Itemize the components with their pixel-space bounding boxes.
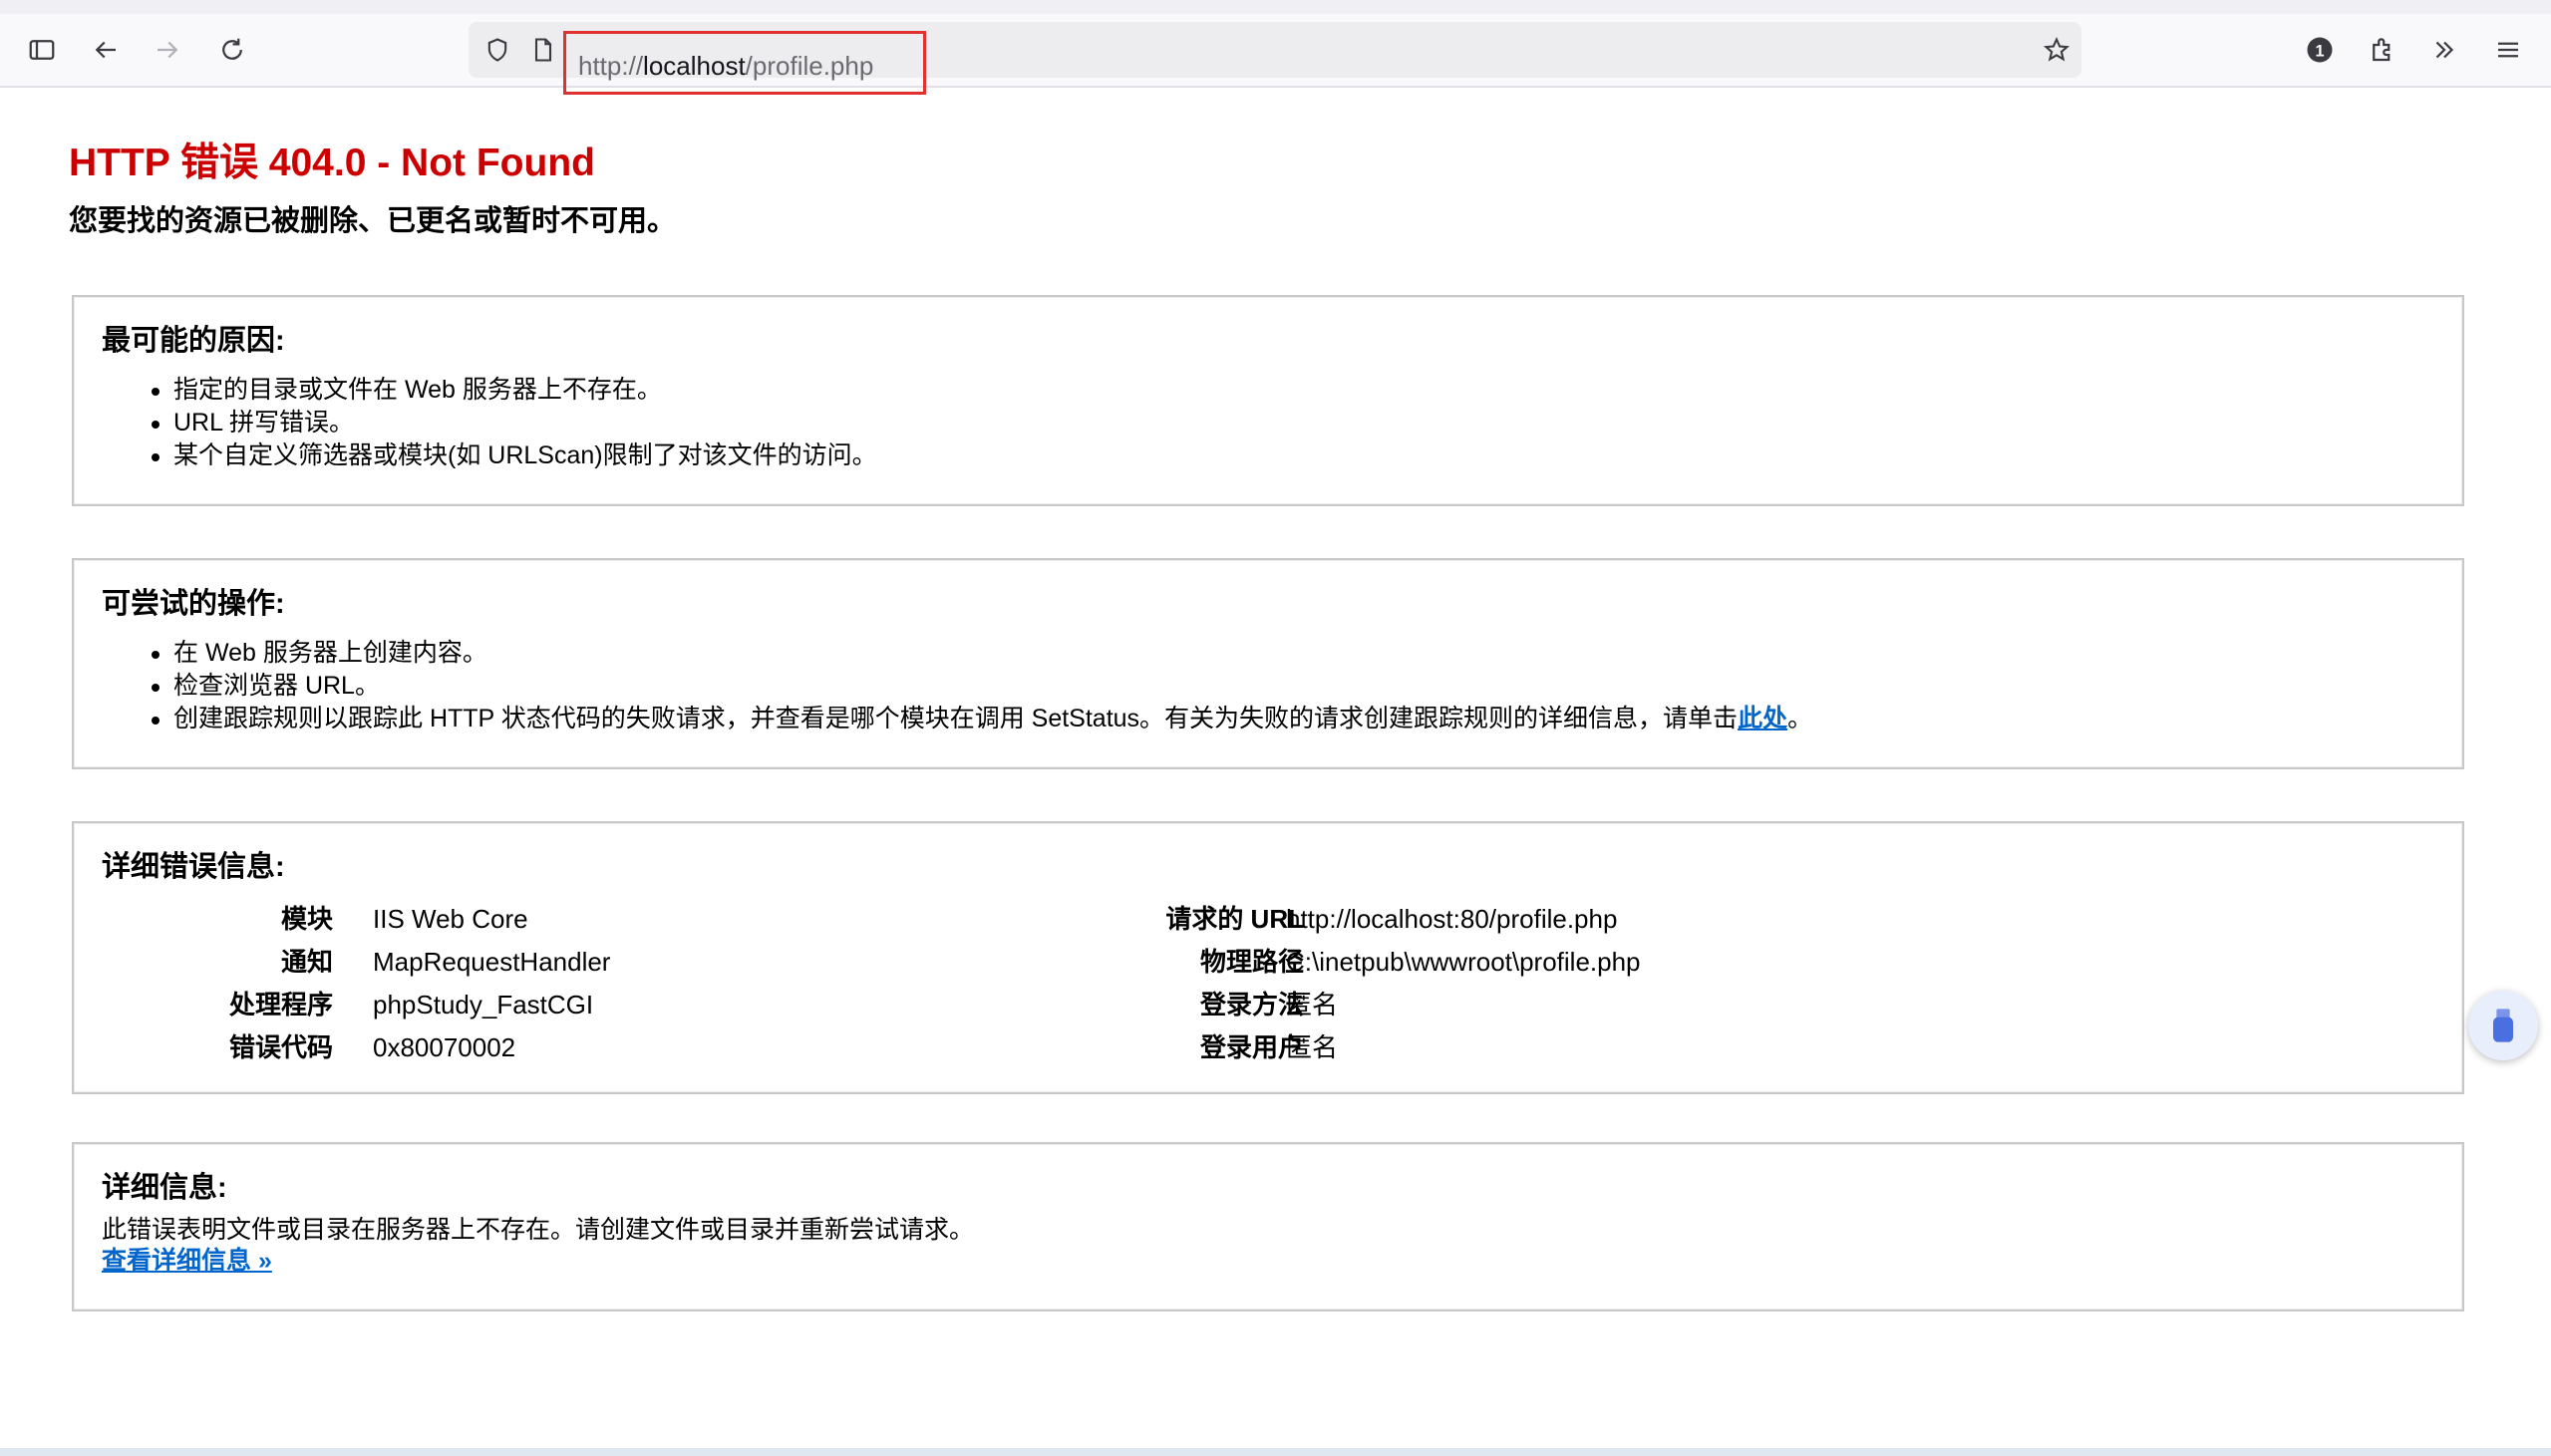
list-item: 指定的目录或文件在 Web 服务器上不存在。	[152, 374, 877, 407]
detail-label: 登录方法	[1199, 990, 1304, 1019]
detail-value: C:\inetpub\wwwroot\profile.php	[1286, 947, 1641, 977]
status-strip	[0, 1448, 2551, 1456]
floating-assistant-button[interactable]	[2468, 991, 2538, 1060]
detail-value: IIS Web Core	[373, 904, 528, 934]
list-item: 在 Web 服务器上创建内容。	[151, 637, 1812, 670]
usb-stick-icon	[2493, 1009, 2513, 1042]
details-heading: 详细错误信息:	[102, 851, 285, 883]
sidebar-toggle-icon[interactable]	[20, 28, 64, 72]
overflow-chevrons-icon[interactable]	[2422, 28, 2466, 72]
browser-toolbar: 1 http://localhost/profile.php	[0, 14, 2551, 95]
extensions-badge-icon[interactable]: 1	[2298, 28, 2342, 72]
causes-panel: 最可能的原因: 指定的目录或文件在 Web 服务器上不存在。 URL 拼写错误。…	[72, 295, 2464, 506]
more-info-panel: 详细信息: 此错误表明文件或目录在服务器上不存在。请创建文件或目录并重新尝试请求…	[72, 1142, 2464, 1311]
actions-panel: 可尝试的操作: 在 Web 服务器上创建内容。 检查浏览器 URL。 创建跟踪规…	[72, 558, 2464, 769]
actions-list: 在 Web 服务器上创建内容。 检查浏览器 URL。 创建跟踪规则以跟踪此 HT…	[151, 637, 1813, 735]
url-path: /profile.php	[745, 51, 874, 81]
trace-here-link[interactable]: 此处	[1738, 705, 1787, 732]
bookmark-star-icon[interactable]	[2040, 33, 2073, 67]
causes-list: 指定的目录或文件在 Web 服务器上不存在。 URL 拼写错误。 某个自定义筛选…	[152, 374, 877, 472]
tab-strip	[0, 0, 2551, 14]
url-prefix: http://	[578, 51, 644, 81]
puzzle-extensions-icon[interactable]	[2361, 28, 2404, 72]
detail-label: 物理路径	[1199, 947, 1304, 977]
detail-value: 匿名	[1286, 1032, 1339, 1062]
detail-value: 匿名	[1286, 990, 1339, 1019]
menu-hamburger-icon[interactable]	[2486, 28, 2530, 72]
shield-icon[interactable]	[480, 33, 514, 67]
view-details-link[interactable]: 查看详细信息 »	[102, 1241, 272, 1277]
detail-value: phpStudy_FastCGI	[373, 990, 594, 1019]
page-info-icon[interactable]	[526, 33, 560, 67]
back-icon[interactable]	[84, 28, 128, 72]
url-host: localhost	[643, 51, 746, 81]
page-subtitle: 您要找的资源已被删除、已更名或暂时不可用。	[69, 205, 677, 237]
list-item: 某个自定义筛选器或模块(如 URLScan)限制了对该文件的访问。	[152, 439, 877, 472]
details-panel: 详细错误信息: 模块 IIS Web Core 请求的 URL http://l…	[72, 821, 2464, 1094]
detail-value: 0x80070002	[373, 1032, 516, 1062]
reload-icon[interactable]	[210, 28, 254, 72]
causes-heading: 最可能的原因:	[102, 325, 285, 357]
page-title: HTTP 错误 404.0 - Not Found	[69, 142, 595, 184]
detail-label: 通知	[280, 947, 333, 977]
list-item: 创建跟踪规则以跟踪此 HTTP 状态代码的失败请求，并查看是哪个模块在调用 Se…	[151, 703, 1813, 735]
detail-label: 错误代码	[228, 1032, 333, 1062]
detail-label: 登录用户	[1199, 1032, 1304, 1062]
forward-icon[interactable]	[146, 28, 189, 72]
url-text[interactable]: http://localhost/profile.php	[578, 46, 873, 86]
detail-label: 请求的 URL	[1165, 904, 1304, 934]
detail-value: MapRequestHandler	[373, 947, 611, 977]
list-item: URL 拼写错误。	[152, 407, 877, 439]
detail-label: 模块	[280, 904, 333, 934]
trace-text: 创建跟踪规则以跟踪此 HTTP 状态代码的失败请求，并查看是哪个模块在调用 Se…	[173, 705, 1739, 732]
detail-label: 处理程序	[228, 990, 333, 1019]
list-item: 检查浏览器 URL。	[151, 670, 1812, 703]
detail-value: http://localhost:80/profile.php	[1286, 904, 1618, 934]
actions-heading: 可尝试的操作:	[102, 588, 285, 620]
extensions-badge-count: 1	[2315, 42, 2324, 60]
more-info-heading: 详细信息:	[102, 1172, 227, 1204]
trace-end: 。	[1787, 705, 1813, 732]
